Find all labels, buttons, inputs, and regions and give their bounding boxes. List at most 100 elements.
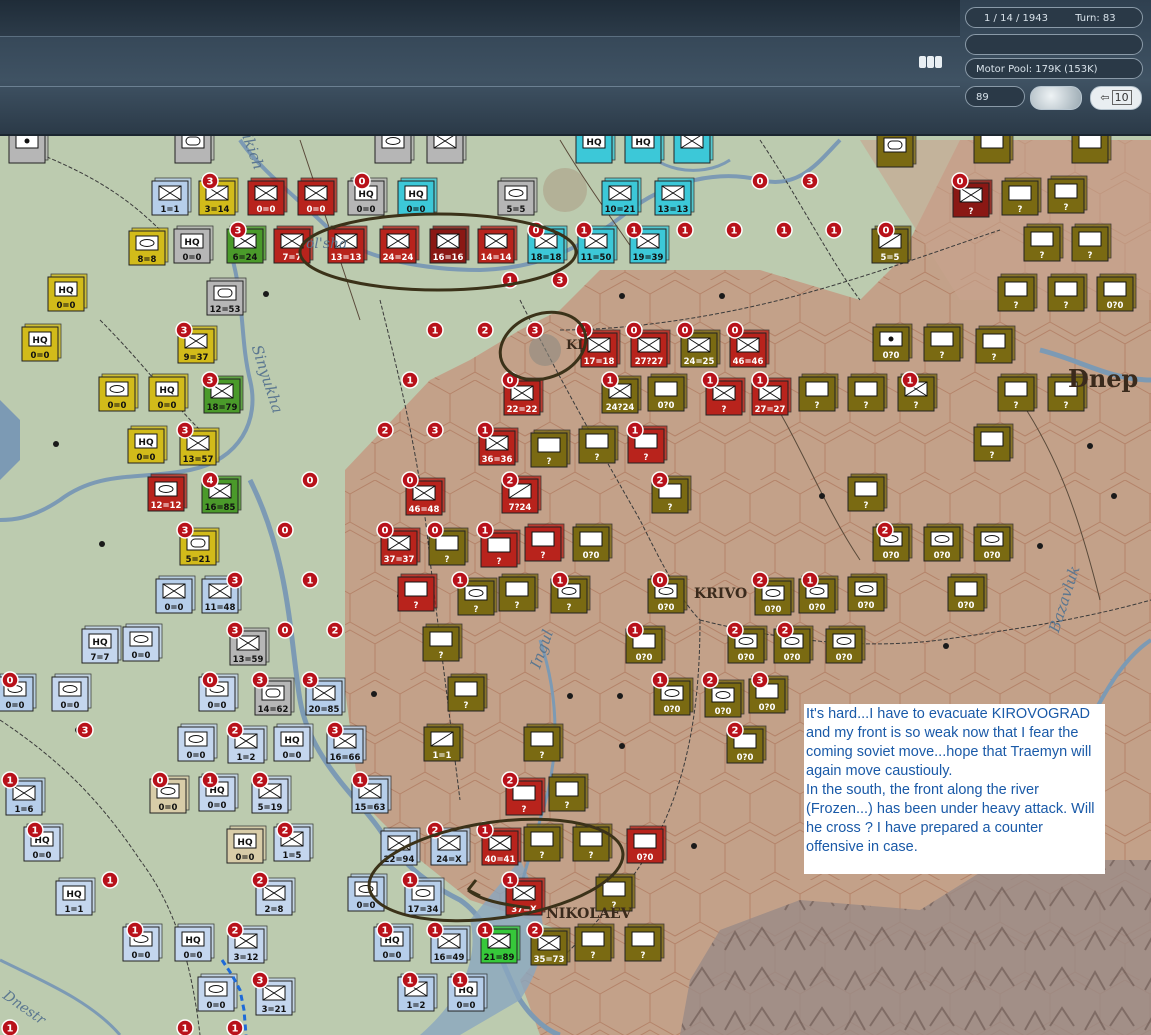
unit-counter[interactable]: 0?0 — [847, 573, 888, 612]
unit-counter[interactable]: 14=14 — [477, 225, 518, 264]
unit-counter[interactable]: 0=0 — [247, 177, 288, 216]
unit-counter[interactable]: HQ0=0 — [127, 425, 168, 464]
unit-symbol — [1004, 381, 1028, 397]
unit-counter[interactable]: 0?0 — [872, 323, 913, 362]
unit-counter[interactable]: 0?0 — [923, 523, 964, 562]
unit-counter[interactable]: ? — [975, 325, 1016, 364]
unit-strength: 0=0 — [187, 751, 206, 761]
combat-badge: 1 — [426, 921, 444, 939]
badge-value: 2 — [282, 826, 289, 837]
badge-value: 1 — [731, 226, 738, 237]
unit-counter[interactable]: ? — [397, 573, 438, 612]
unit-counter[interactable]: ? — [1047, 175, 1088, 214]
unit-counter[interactable]: 0?0 — [973, 523, 1014, 562]
unit-counter[interactable]: ? — [997, 373, 1038, 412]
unit-counter[interactable]: ? — [422, 623, 463, 662]
unit-counter[interactable]: 8=8 — [128, 227, 169, 266]
unit-counter[interactable]: 1=1 — [423, 723, 464, 762]
unit-counter[interactable]: 16=16 — [429, 225, 470, 264]
unit-counter[interactable]: 12=53 — [206, 277, 247, 316]
unit-counter[interactable]: 10=21 — [601, 177, 642, 216]
unit-counter[interactable]: HQ0=0 — [397, 177, 438, 216]
unit-symbol — [381, 133, 405, 149]
unit-counter[interactable]: ? — [498, 573, 539, 612]
unit-counter[interactable]: ? — [1001, 177, 1042, 216]
badge-value: 1 — [407, 976, 414, 987]
unit-counter[interactable]: ? — [524, 523, 565, 562]
unit-counter[interactable]: HQ 1=1 — [55, 877, 96, 916]
unit-counter[interactable]: 0=0 — [297, 177, 338, 216]
combat-badge: 1 — [101, 871, 119, 889]
unit-counter[interactable]: 0?0 — [626, 825, 667, 864]
unit-counter[interactable]: ? — [523, 723, 564, 762]
unit-counter[interactable]: ? — [923, 323, 964, 362]
unit-strength: ? — [644, 453, 649, 463]
unit-symbol — [429, 631, 453, 647]
unit-stack-icon[interactable] — [917, 52, 945, 72]
unit-counter[interactable]: ? — [1023, 223, 1064, 262]
unit-counter[interactable]: ? — [847, 373, 888, 412]
unit-counter[interactable]: ? — [530, 429, 571, 468]
strategic-map[interactable]: HQ HQ1=1 3=14 0=0 0=0HQ0=0HQ0=0 5=5 10=21 13=13… — [0, 0, 1151, 1035]
unit-counter[interactable]: 0=0 — [51, 673, 92, 712]
unit-counter[interactable]: HQ0=0 — [148, 373, 189, 412]
unit-counter[interactable]: ? — [572, 823, 613, 862]
unit-counter[interactable]: 0?0 — [825, 625, 866, 664]
unit-counter[interactable]: 0?0 — [572, 523, 613, 562]
weather-button[interactable] — [1030, 86, 1082, 110]
combat-badge: 1 — [551, 571, 569, 589]
unit-strength: 0=0 — [159, 803, 178, 813]
badge-value: 1 — [831, 226, 838, 237]
unit-counter[interactable]: ? — [798, 373, 839, 412]
unit-counter[interactable]: 0?0 — [947, 573, 988, 612]
unit-counter[interactable]: 5=5 — [497, 177, 538, 216]
unit-counter[interactable]: 24=24 — [379, 225, 420, 264]
unit-counter[interactable]: 0=0 — [122, 623, 163, 662]
unit-strength: ? — [864, 401, 869, 411]
unit-counter[interactable]: ? — [548, 773, 589, 812]
unit-counter[interactable]: 0?0 — [647, 373, 688, 412]
unit-counter[interactable]: HQ0=0 — [47, 273, 88, 312]
unit-counter[interactable]: HQ0=0 — [174, 923, 215, 962]
unit-counter[interactable]: HQ0=0 — [173, 225, 214, 264]
unit-strength: ? — [522, 805, 527, 815]
unit-counter[interactable]: 0=0 — [177, 723, 218, 762]
unit-counter[interactable]: ? — [847, 473, 888, 512]
unit-counter[interactable]: 13=13 — [654, 177, 695, 216]
unit-counter[interactable]: ? — [578, 425, 619, 464]
unit-counter[interactable]: 0=0 — [155, 575, 196, 614]
unit-counter[interactable]: HQ 7=7 — [81, 625, 122, 664]
artillery-icon — [24, 138, 30, 144]
unit-strength: 0=0 — [236, 853, 255, 863]
unit-strength: ? — [567, 603, 572, 613]
unit-counter[interactable]: ? — [624, 923, 665, 962]
unit-counter[interactable]: 12=12 — [147, 473, 188, 512]
zoom-button[interactable]: ⇦ 10 — [1090, 86, 1142, 110]
unit-strength: 0=0 — [207, 1001, 226, 1011]
unit-counter[interactable]: ? — [447, 673, 488, 712]
unit-strength: ? — [992, 353, 997, 363]
unit-symbol — [530, 731, 554, 747]
unit-strength: 2=8 — [265, 905, 284, 915]
badge-value: 1 — [781, 226, 788, 237]
unit-counter[interactable]: 0?0 — [1096, 273, 1137, 312]
unit-counter[interactable]: HQ0=0 — [226, 825, 267, 864]
hud-message-band — [0, 0, 960, 37]
unit-counter[interactable]: 0=0 — [197, 973, 238, 1012]
unit-counter[interactable]: ? — [973, 423, 1014, 462]
badge-value: 2 — [482, 326, 489, 337]
unit-counter[interactable]: 0=0 — [98, 373, 139, 412]
unit-counter[interactable]: 1=1 — [151, 177, 192, 216]
unit-strength: ? — [914, 401, 919, 411]
combat-badge: 1 — [801, 571, 819, 589]
unit-counter[interactable]: ? — [523, 823, 564, 862]
unit-counter[interactable]: ? — [574, 923, 615, 962]
unit-counter[interactable]: ? — [1071, 223, 1112, 262]
combat-badge: 1 — [775, 221, 793, 239]
unit-counter[interactable]: ? — [1047, 273, 1088, 312]
hq-icon: HQ — [92, 638, 108, 648]
combat-badge: 0 — [625, 321, 643, 339]
unit-counter[interactable]: ? — [997, 273, 1038, 312]
unit-counter[interactable]: HQ0=0 — [21, 323, 62, 362]
unit-counter[interactable]: HQ0=0 — [273, 723, 314, 762]
